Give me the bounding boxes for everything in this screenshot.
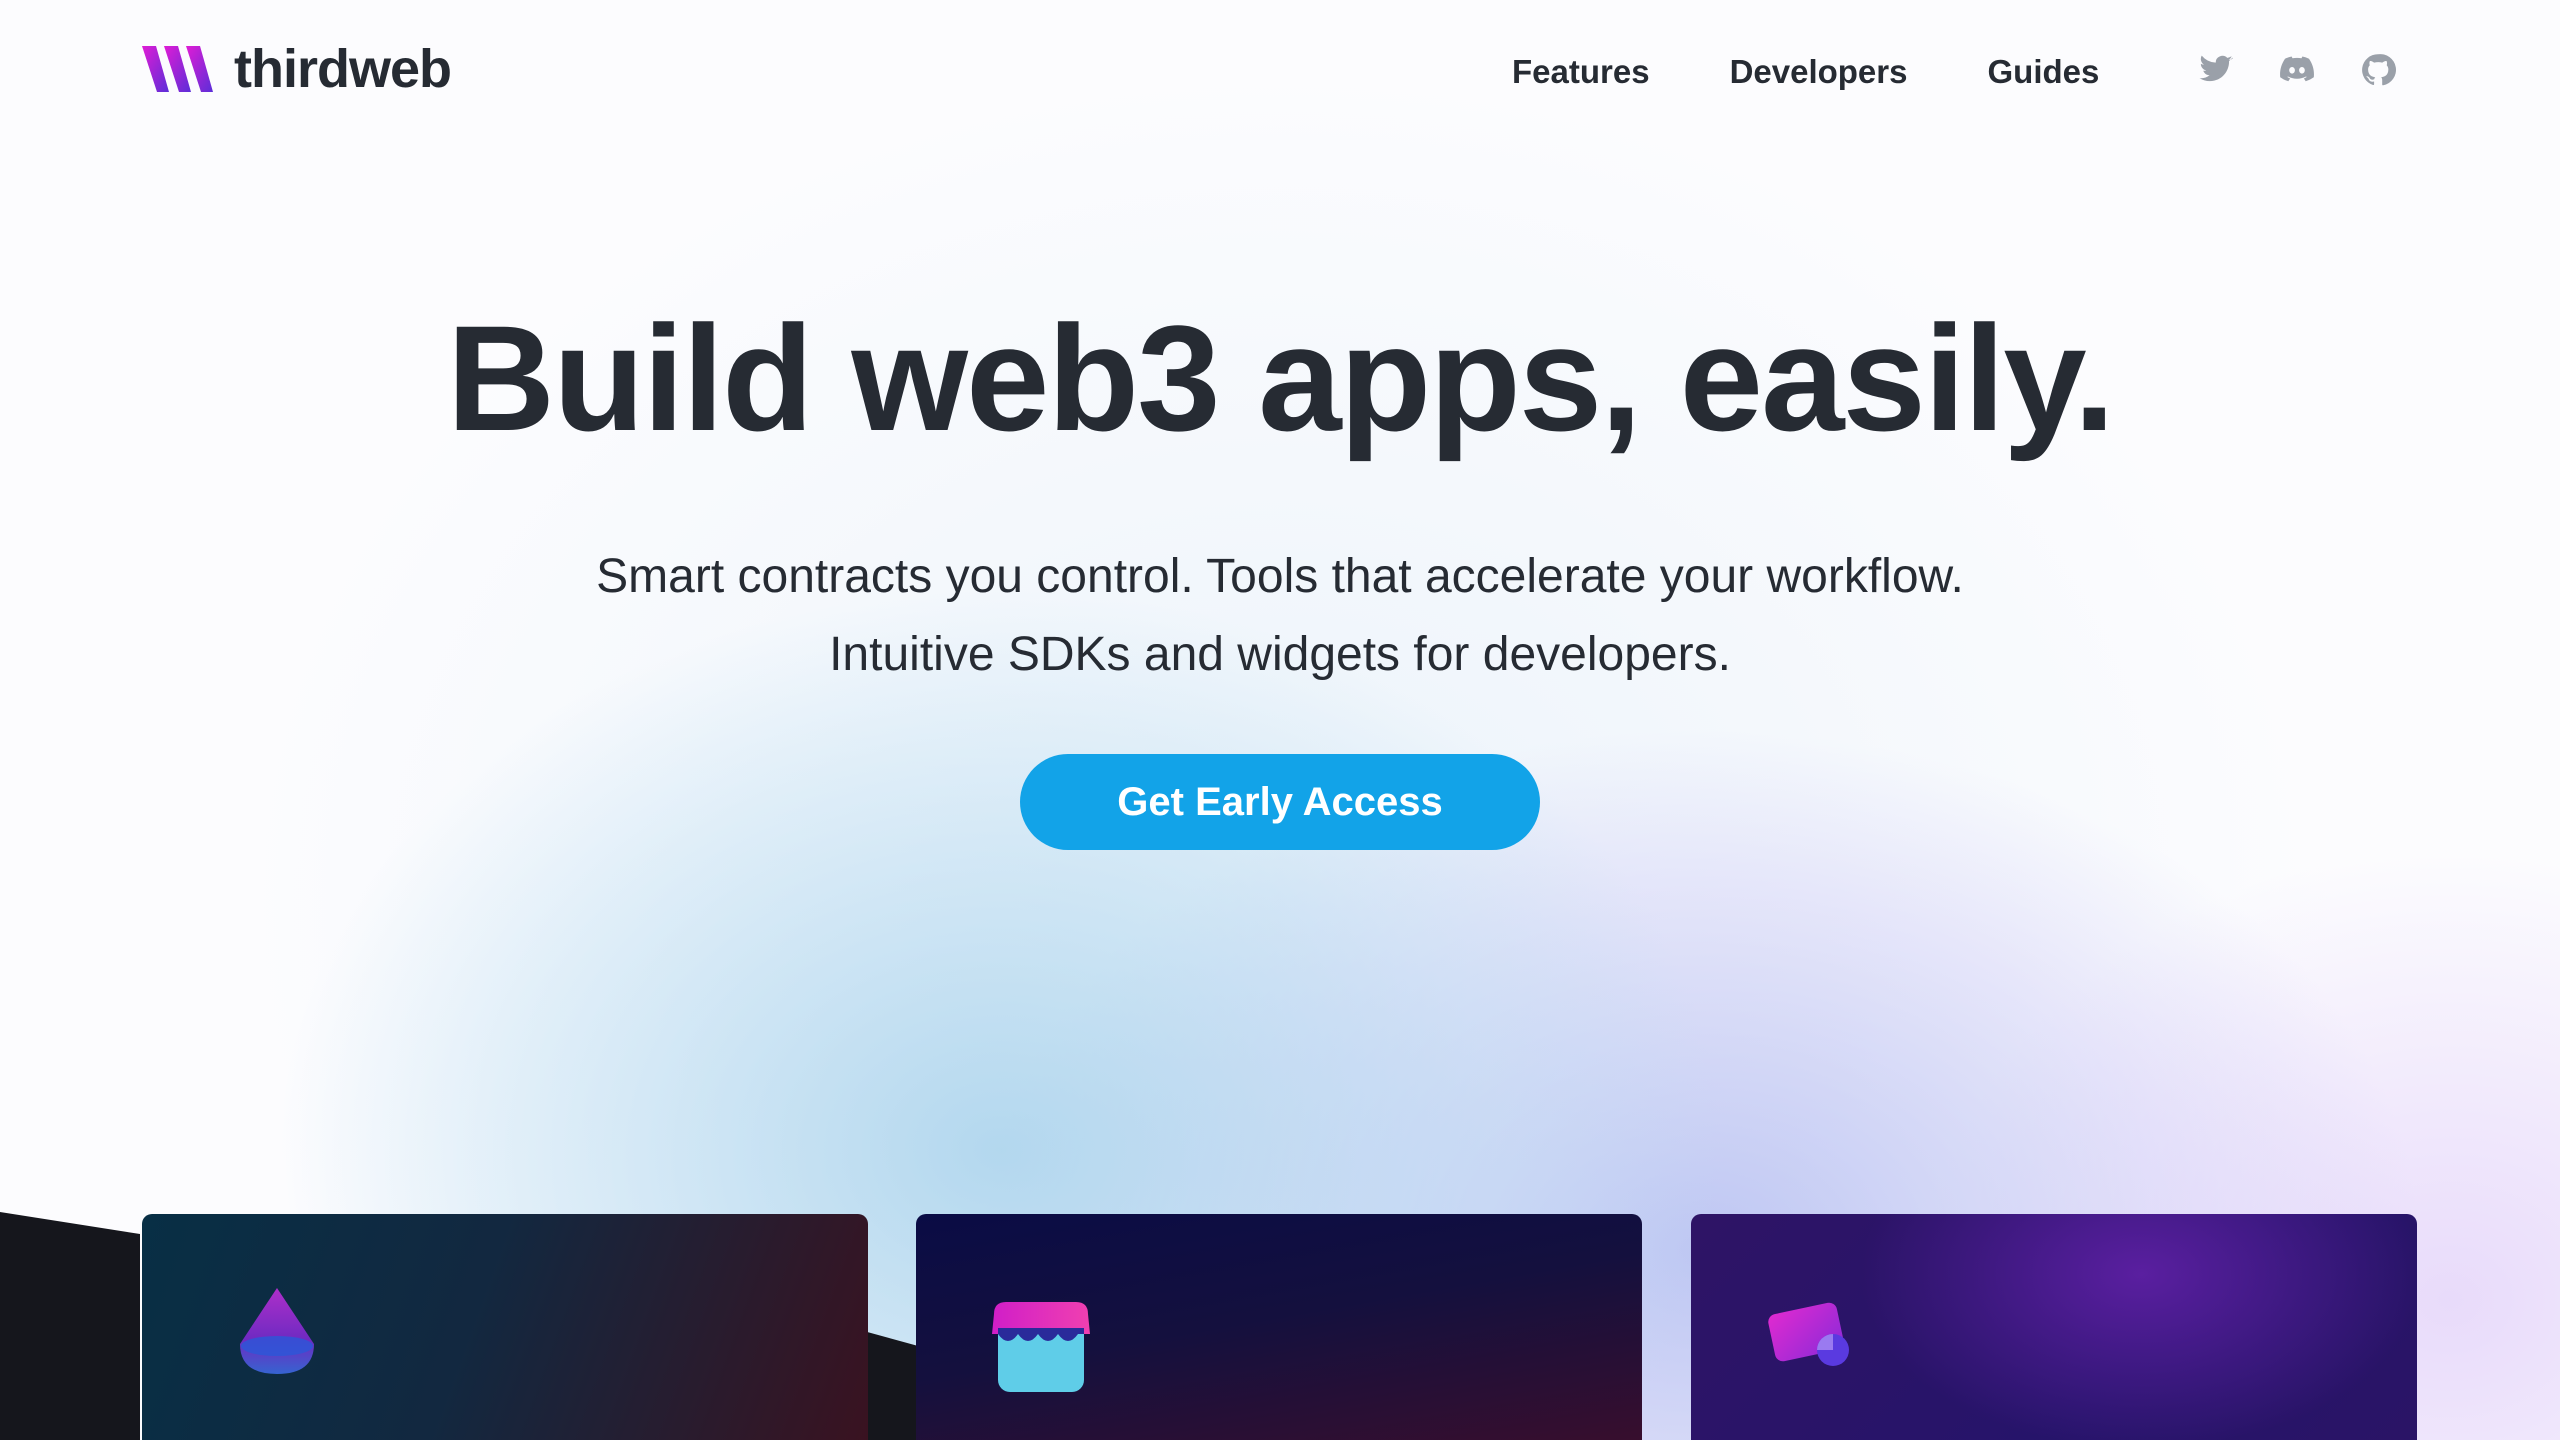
brand-logo[interactable]: thirdweb — [142, 39, 452, 99]
nav-item-developers[interactable]: Developers — [1730, 52, 1908, 92]
storefront-icon — [992, 1302, 1090, 1392]
hero-subtitle-line-1: Smart contracts you control. Tools that … — [596, 550, 1964, 603]
twitter-icon[interactable] — [2198, 52, 2234, 88]
payment-card-icon — [1768, 1302, 1849, 1366]
feature-card-1[interactable] — [142, 1214, 868, 1440]
main-nav: Features Developers Guides — [1512, 52, 2179, 92]
hero-title: Build web3 apps, easily. — [446, 294, 2115, 462]
github-icon[interactable] — [2360, 52, 2396, 88]
brand-name: thirdweb — [234, 39, 452, 99]
hero-subtitle: Smart contracts you control. Tools that … — [0, 538, 2560, 694]
discord-icon[interactable] — [2279, 52, 2315, 88]
drop-cone-icon — [240, 1288, 314, 1374]
feature-card-2[interactable] — [916, 1214, 1642, 1440]
get-early-access-button[interactable]: Get Early Access — [1020, 754, 1540, 850]
feature-card-3[interactable] — [1691, 1214, 2417, 1440]
nav-item-features[interactable]: Features — [1512, 52, 1650, 92]
thirdweb-logo-icon — [142, 46, 213, 92]
social-links — [2198, 52, 2441, 88]
site-header: thirdweb Features Developers Guides — [0, 0, 2560, 145]
hero-subtitle-line-2: Intuitive SDKs and widgets for developer… — [829, 628, 1731, 681]
nav-item-guides[interactable]: Guides — [1988, 52, 2100, 92]
